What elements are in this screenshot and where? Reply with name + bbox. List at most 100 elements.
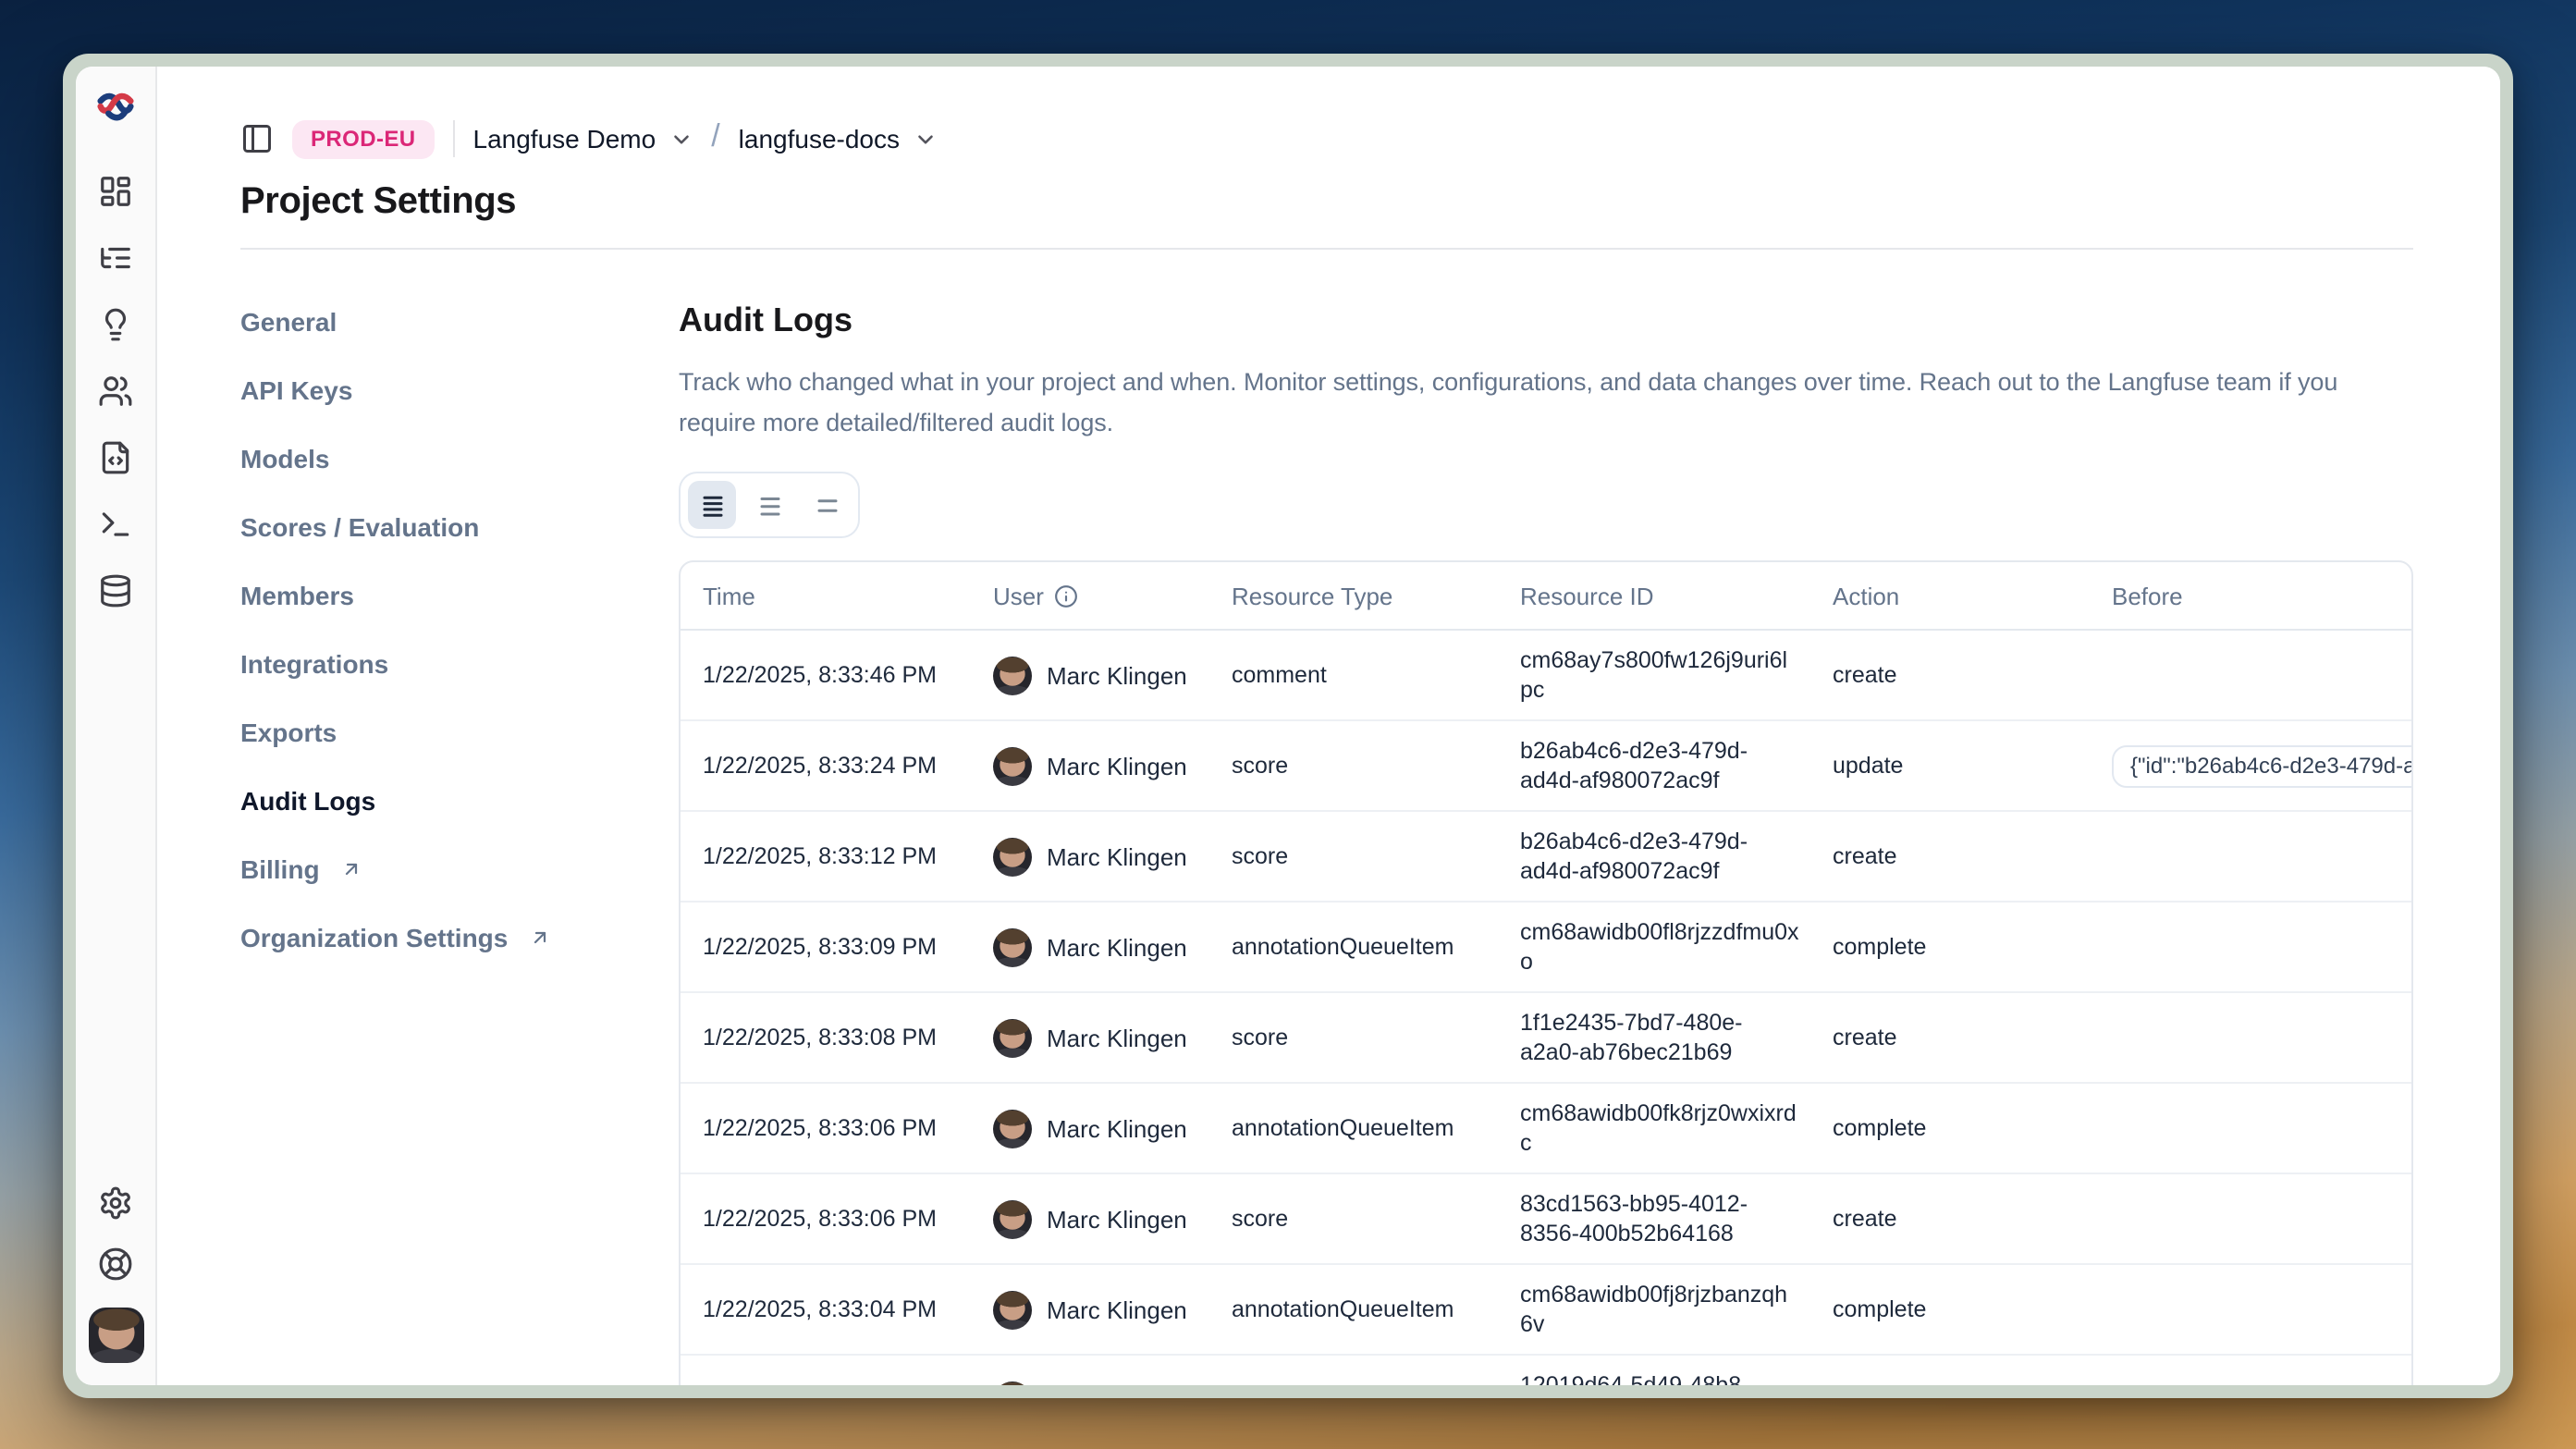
rail-item-database[interactable] — [88, 573, 143, 608]
sidebar-toggle-button[interactable] — [240, 122, 274, 155]
cell-time: 1/22/2025, 8:33:09 PM — [681, 918, 971, 976]
section-heading: Audit Logs — [679, 300, 2413, 340]
rail-item-playground[interactable] — [88, 507, 143, 542]
audit-logs-table: Time User Resource Type Resource ID Acti… — [679, 560, 2413, 1385]
org-name: Langfuse Demo — [473, 124, 656, 153]
cell-resource-type: score — [1209, 828, 1498, 885]
life-buoy-icon — [98, 1246, 133, 1282]
settings-gear-icon — [98, 1185, 133, 1221]
table-row: 1/22/2025, 8:33:08 PMMarc Klingenscore1f… — [681, 993, 2411, 1084]
cell-before — [2090, 1371, 2411, 1385]
cell-resource-type: score — [1209, 1190, 1498, 1247]
cell-resource-id: cm68awidb00fk8rjz0wxixrdc — [1498, 1084, 1810, 1173]
user-avatar-thumb — [993, 927, 1032, 966]
cell-action: complete — [1810, 1099, 2090, 1157]
cell-resource-id: cm68ay7s800fw126j9uri6lpc — [1498, 631, 1810, 719]
user-avatar-thumb — [993, 1290, 1032, 1329]
cell-user: Marc Klingen — [971, 1007, 1209, 1068]
screenshot-viewport: PROD-EU Langfuse Demo / langfuse-docs Pr… — [0, 0, 2576, 1449]
user-avatar[interactable] — [88, 1308, 143, 1363]
cell-time: 1/22/2025, 8:33:04 PM — [681, 1281, 971, 1338]
settings-nav-item-general[interactable]: General — [240, 307, 679, 337]
chevron-down-icon — [669, 127, 693, 151]
cell-time: 1/22/2025, 8:33:06 PM — [681, 1190, 971, 1247]
cell-user: Marc Klingen — [971, 1279, 1209, 1340]
row-height-tall-button[interactable] — [803, 481, 851, 529]
table-row: 1/22/2025, 8:33:09 PM Marc Klingen annotat… — [681, 903, 2411, 993]
row-height-compact-button[interactable] — [688, 481, 736, 529]
cell-time: 1/22/2025, 8:33:46 PM — [681, 646, 971, 704]
cell-resource-id: cm68awidb00fl8rjzzdfmu0xo — [1498, 903, 1810, 991]
cell-resource-id: b26ab4c6-d2e3-479d-ad4d-af980072ac9f — [1498, 812, 1810, 901]
user-name: Marc Klingen — [1047, 842, 1187, 870]
settings-nav-item-label: Organization Settings — [240, 923, 508, 952]
settings-nav-item-exports[interactable]: Exports — [240, 718, 679, 747]
cell-action: complete — [1810, 1281, 2090, 1338]
row-height-medium-button[interactable] — [745, 481, 793, 529]
column-header-user: User — [971, 562, 1209, 629]
cell-before — [2090, 1281, 2411, 1338]
cell-time: 1/22/2025, 8:33:08 PM — [681, 1009, 971, 1066]
rail-item-datasets[interactable] — [88, 440, 143, 475]
cell-resource-type: score — [1209, 1009, 1498, 1066]
user-avatar-thumb — [993, 1199, 1032, 1238]
settings-nav-item-billing[interactable]: Billing — [240, 854, 679, 884]
cell-resource-id: 83cd1563-bb95-4012-8356-400b52b64168 — [1498, 1174, 1810, 1263]
settings-nav-item-label: Audit Logs — [240, 786, 375, 816]
user-avatar-thumb — [993, 746, 1032, 785]
info-circle-icon — [1055, 584, 1079, 608]
external-link-icon-wrap — [340, 858, 362, 880]
settings-nav-item-integrations[interactable]: Integrations — [240, 649, 679, 679]
column-header-resource-id: Resource ID — [1498, 562, 1810, 629]
dashboard-grid-icon — [98, 174, 133, 209]
cell-action: create — [1810, 646, 2090, 704]
settings-nav-item-scores-evaluation[interactable]: Scores / Evaluation — [240, 512, 679, 542]
cell-resource-type: score — [1209, 1371, 1498, 1385]
cell-action: create — [1810, 1190, 2090, 1247]
cell-time: 1/22/2025, 8:33:12 PM — [681, 828, 971, 885]
trace-tree-icon — [98, 240, 133, 276]
project-selector[interactable]: langfuse-docs — [739, 124, 937, 153]
rail-item-prompts[interactable] — [88, 307, 143, 342]
user-name: Marc Klingen — [1047, 1114, 1187, 1142]
rail-item-tracing[interactable] — [88, 240, 143, 276]
table-row: 1/22/2025, 8:33:03 PMMarc Klingenscore12… — [681, 1356, 2411, 1385]
org-selector[interactable]: Langfuse Demo — [473, 124, 693, 153]
settings-nav-item-label: Models — [240, 444, 329, 473]
column-header-time: Time — [681, 562, 971, 629]
settings-nav-item-organization-settings[interactable]: Organization Settings — [240, 923, 679, 952]
user-name: Marc Klingen — [1047, 1024, 1187, 1051]
user-name: Marc Klingen — [1047, 933, 1187, 961]
cell-action: complete — [1810, 918, 2090, 976]
cell-resource-type: annotationQueueItem — [1209, 918, 1498, 976]
cell-user: Marc Klingen — [971, 1188, 1209, 1249]
environment-badge: PROD-EU — [292, 119, 435, 158]
settings-nav-item-label: Scores / Evaluation — [240, 512, 479, 542]
settings-nav-item-audit-logs[interactable]: Audit Logs — [240, 786, 679, 816]
rail-item-users[interactable] — [88, 374, 143, 409]
column-header-action: Action — [1810, 562, 2090, 629]
desktop-wallpaper: PROD-EU Langfuse Demo / langfuse-docs Pr… — [0, 0, 2576, 1449]
cell-before: {"id":"b26ab4c6-d2e3-479d-a — [2090, 733, 2411, 798]
rail-item-dashboard[interactable] — [88, 174, 143, 209]
cell-before — [2090, 1009, 2411, 1066]
settings-nav-item-label: Members — [240, 581, 354, 610]
cell-user: Marc Klingen — [971, 735, 1209, 796]
settings-nav-item-members[interactable]: Members — [240, 581, 679, 610]
langfuse-logo-icon — [94, 89, 137, 126]
settings-nav-item-models[interactable]: Models — [240, 444, 679, 473]
chevron-down-icon — [913, 127, 937, 151]
lightbulb-icon — [98, 307, 133, 342]
breadcrumb-separator: / — [711, 118, 719, 155]
cell-resource-type: comment — [1209, 646, 1498, 704]
cell-user: Marc Klingen — [971, 645, 1209, 706]
before-json-peek[interactable]: {"id":"b26ab4c6-d2e3-479d-a — [2112, 744, 2413, 787]
rail-item-support[interactable] — [88, 1246, 143, 1282]
cell-action: create — [1810, 828, 2090, 885]
page-title: Project Settings — [240, 181, 2413, 224]
settings-nav-item-label: Exports — [240, 718, 337, 747]
settings-nav-item-api-keys[interactable]: API Keys — [240, 375, 679, 405]
cell-before — [2090, 1190, 2411, 1247]
rail-item-settings[interactable] — [88, 1185, 143, 1221]
audit-logs-section: Audit Logs Track who changed what in you… — [679, 250, 2413, 1385]
